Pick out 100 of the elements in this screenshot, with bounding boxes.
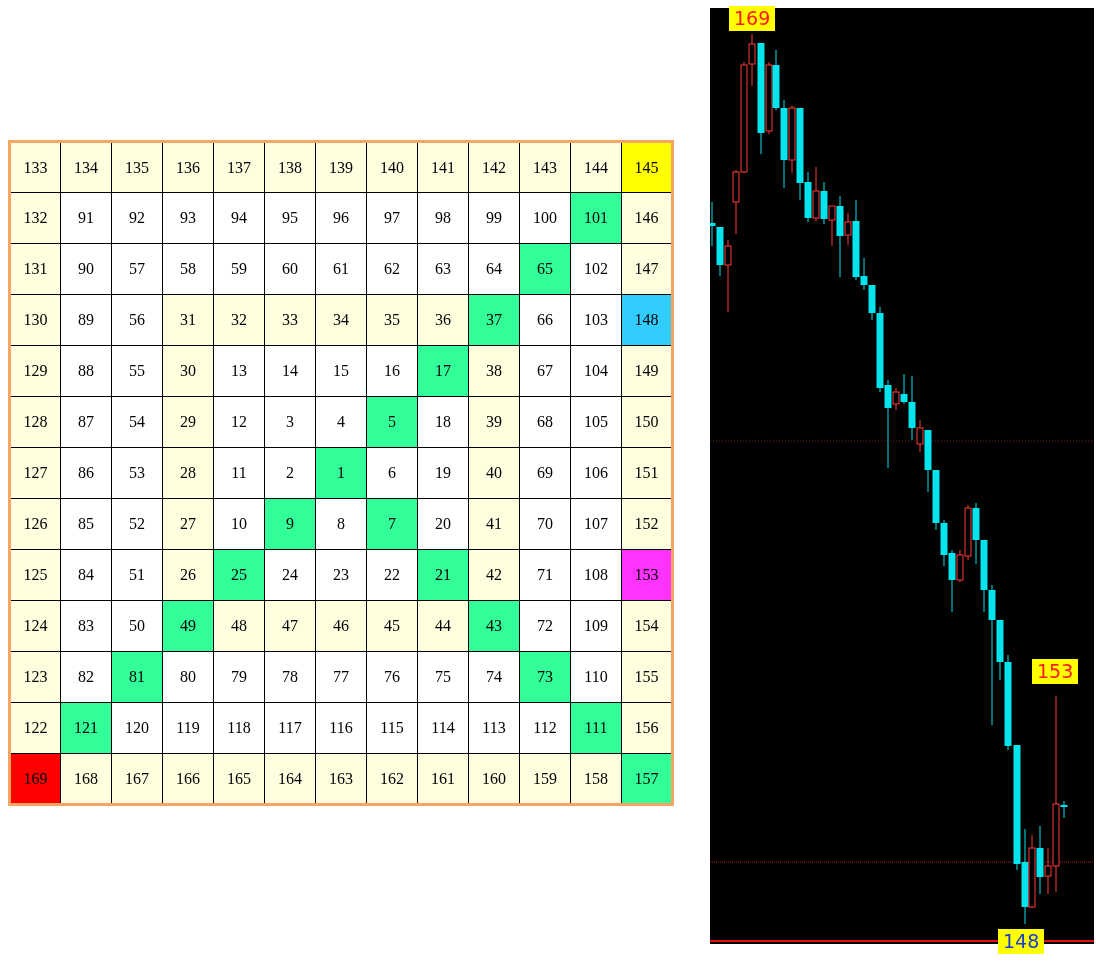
- number-cell: 99: [468, 192, 520, 244]
- number-cell: 12: [213, 396, 265, 448]
- number-cell: 108: [570, 549, 622, 601]
- number-cell: 42: [468, 549, 520, 601]
- number-cell: 119: [162, 702, 214, 754]
- number-cell: 60: [264, 243, 316, 295]
- number-cell: 1: [315, 447, 367, 499]
- number-cell: 160: [468, 753, 520, 805]
- number-cell: 114: [417, 702, 469, 754]
- number-cell: 54: [111, 396, 163, 448]
- number-cell: 89: [60, 294, 112, 346]
- number-cell: 50: [111, 600, 163, 652]
- number-cell: 162: [366, 753, 418, 805]
- number-cell: 96: [315, 192, 367, 244]
- number-cell: 20: [417, 498, 469, 550]
- number-cell: 169: [9, 753, 61, 805]
- number-cell: 112: [519, 702, 571, 754]
- number-cell: 148: [621, 294, 673, 346]
- number-cell: 143: [519, 141, 571, 193]
- number-cell: 37: [468, 294, 520, 346]
- number-cell: 101: [570, 192, 622, 244]
- number-cell: 7: [366, 498, 418, 550]
- number-cell: 98: [417, 192, 469, 244]
- number-cell: 146: [621, 192, 673, 244]
- number-cell: 103: [570, 294, 622, 346]
- number-cell: 83: [60, 600, 112, 652]
- number-cell: 153: [621, 549, 673, 601]
- number-cell: 22: [366, 549, 418, 601]
- number-cell: 65: [519, 243, 571, 295]
- number-cell: 107: [570, 498, 622, 550]
- number-cell: 125: [9, 549, 61, 601]
- number-cell: 34: [315, 294, 367, 346]
- number-cell: 35: [366, 294, 418, 346]
- number-cell: 4: [315, 396, 367, 448]
- number-cell: 120: [111, 702, 163, 754]
- number-cell: 43: [468, 600, 520, 652]
- number-cell: 69: [519, 447, 571, 499]
- number-cell: 36: [417, 294, 469, 346]
- number-cell: 163: [315, 753, 367, 805]
- number-cell: 49: [162, 600, 214, 652]
- number-cell: 74: [468, 651, 520, 703]
- number-cell: 90: [60, 243, 112, 295]
- number-cell: 136: [162, 141, 214, 193]
- number-cell: 17: [417, 345, 469, 397]
- number-cell: 117: [264, 702, 316, 754]
- number-cell: 149: [621, 345, 673, 397]
- number-cell: 113: [468, 702, 520, 754]
- number-cell: 5: [366, 396, 418, 448]
- number-cell: 72: [519, 600, 571, 652]
- number-cell: 157: [621, 753, 673, 805]
- number-cell: 122: [9, 702, 61, 754]
- number-cell: 156: [621, 702, 673, 754]
- number-cell: 158: [570, 753, 622, 805]
- number-cell: 93: [162, 192, 214, 244]
- number-cell: 2: [264, 447, 316, 499]
- number-cell: 23: [315, 549, 367, 601]
- number-cell: 75: [417, 651, 469, 703]
- number-cell: 80: [162, 651, 214, 703]
- number-cell: 147: [621, 243, 673, 295]
- number-cell: 91: [60, 192, 112, 244]
- number-cell: 11: [213, 447, 265, 499]
- number-cell: 110: [570, 651, 622, 703]
- number-cell: 56: [111, 294, 163, 346]
- number-cell: 94: [213, 192, 265, 244]
- number-cell: 133: [9, 141, 61, 193]
- number-cell: 127: [9, 447, 61, 499]
- number-cell: 46: [315, 600, 367, 652]
- number-cell: 161: [417, 753, 469, 805]
- number-cell: 52: [111, 498, 163, 550]
- number-cell: 154: [621, 600, 673, 652]
- number-cell: 104: [570, 345, 622, 397]
- number-cell: 97: [366, 192, 418, 244]
- number-cell: 39: [468, 396, 520, 448]
- number-cell: 29: [162, 396, 214, 448]
- number-cell: 116: [315, 702, 367, 754]
- number-cell: 152: [621, 498, 673, 550]
- number-cell: 151: [621, 447, 673, 499]
- number-cell: 137: [213, 141, 265, 193]
- number-cell: 82: [60, 651, 112, 703]
- number-cell: 126: [9, 498, 61, 550]
- number-cell: 95: [264, 192, 316, 244]
- number-cell: 73: [519, 651, 571, 703]
- number-cell: 121: [60, 702, 112, 754]
- number-cell: 61: [315, 243, 367, 295]
- number-cell: 48: [213, 600, 265, 652]
- number-cell: 15: [315, 345, 367, 397]
- number-cell: 155: [621, 651, 673, 703]
- number-cell: 87: [60, 396, 112, 448]
- number-cell: 44: [417, 600, 469, 652]
- number-cell: 92: [111, 192, 163, 244]
- number-cell: 31: [162, 294, 214, 346]
- number-cell: 142: [468, 141, 520, 193]
- number-cell: 123: [9, 651, 61, 703]
- number-cell: 24: [264, 549, 316, 601]
- number-cell: 40: [468, 447, 520, 499]
- number-cell: 45: [366, 600, 418, 652]
- price-label: 169: [729, 6, 776, 31]
- number-cell: 58: [162, 243, 214, 295]
- number-cell: 131: [9, 243, 61, 295]
- number-cell: 9: [264, 498, 316, 550]
